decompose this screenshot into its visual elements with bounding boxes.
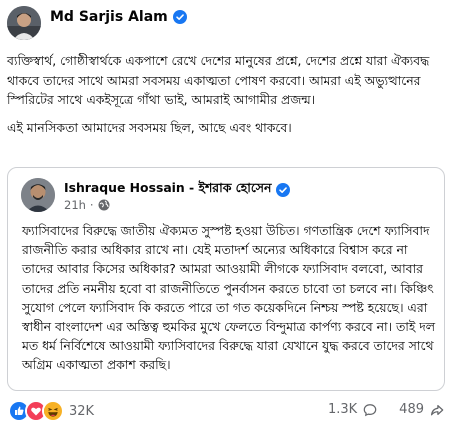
reaction-summary[interactable]: 32K — [8, 400, 94, 422]
verified-badge-icon — [172, 10, 187, 24]
share-icon[interactable] — [430, 403, 444, 417]
verified-badge-icon — [276, 183, 291, 197]
share-count[interactable]: 489 — [399, 402, 424, 417]
comment-icon[interactable] — [363, 403, 377, 417]
shared-post-time[interactable]: 21h — [64, 198, 86, 212]
post-text: ব্যক্তিস্বার্থ, গোষ্ঠীস্বার্থকে একপাশে র… — [7, 51, 447, 137]
haha-reaction-icon — [42, 400, 64, 422]
engagement-stats: 1.3K 489 — [328, 402, 444, 417]
shared-author-line: Ishraque Hossain - ইশরাক হোসেন — [64, 180, 291, 200]
author-line: Md Sarjis Alam — [50, 9, 187, 25]
shared-post-card[interactable]: Ishraque Hossain - ইশরাক হোসেন 21h · ফ্য… — [7, 167, 445, 391]
shared-author-name[interactable]: Ishraque Hossain - ইশরাক হোসেন — [64, 180, 271, 200]
post-paragraph: ব্যক্তিস্বার্থ, গোষ্ঠীস্বার্থকে একপাশে র… — [7, 53, 430, 107]
shared-author-avatar[interactable] — [21, 178, 55, 212]
globe-icon — [98, 199, 110, 211]
meta-separator: · — [89, 198, 94, 212]
shared-post-text: ফ্যাসিবাদের বিরুদ্ধে জাতীয় ঐক্যমত সুস্প… — [22, 223, 435, 373]
facebook-post: Md Sarjis Alam ব্যক্তিস্বার্থ, গোষ্ঠীস্ব… — [0, 0, 453, 429]
post-paragraph: এই মানসিকতা আমাদের সবসময় ছিল, আছে এবং থ… — [7, 119, 292, 135]
shared-post-meta: 21h · — [64, 198, 110, 212]
post-meta — [50, 28, 110, 38]
reaction-count[interactable]: 32K — [69, 404, 94, 419]
post-footer: 32K 1.3K 489 — [0, 398, 453, 422]
comment-count[interactable]: 1.3K — [328, 402, 357, 417]
author-name[interactable]: Md Sarjis Alam — [50, 9, 168, 25]
author-avatar[interactable] — [7, 6, 41, 40]
